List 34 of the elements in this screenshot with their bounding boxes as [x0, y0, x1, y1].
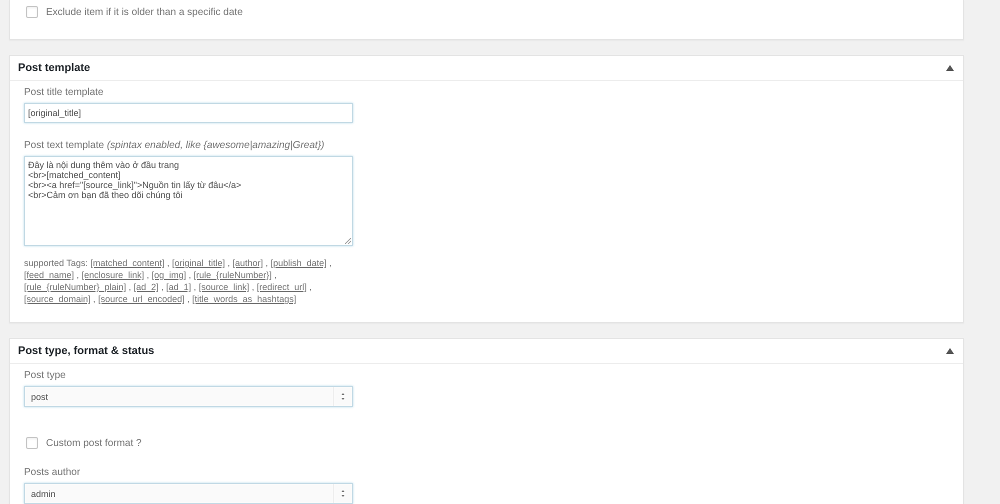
checkbox[interactable]: [26, 437, 38, 449]
tag-link[interactable]: [redirect_url]: [256, 282, 307, 292]
tag-link[interactable]: [matched_content]: [90, 258, 164, 268]
panel-title: Post template: [18, 62, 90, 74]
tag-link[interactable]: [source_domain]: [24, 294, 91, 304]
tag-link[interactable]: [ad_2]: [134, 282, 159, 292]
text-area[interactable]: Đây là nội dung thêm vào ở đầu trang <br>[matched_content] <br><a href="[source_link]">Nguồn tin lấy từ đâu</a> <br>Cảm ơn bạn đã theo dõi chúng tôi: [24, 156, 353, 246]
input-field[interactable]: [original_title]: [24, 103, 353, 123]
collapse-arrow-icon[interactable]: [946, 65, 954, 71]
tag-link[interactable]: [original_title]: [172, 258, 225, 268]
field-label: Post text template (spintax enabled, like {awesome|amazing|Great}): [24, 140, 326, 151]
checkbox[interactable]: [26, 6, 38, 18]
checkbox-label: Custom post format ?: [46, 438, 142, 448]
tag-link[interactable]: [publish_date]: [270, 258, 327, 268]
tag-link[interactable]: [rule_{ruleNumber}]: [194, 270, 272, 280]
field-label: Posts author: [24, 467, 82, 478]
resize-grip-icon[interactable]: [345, 238, 351, 244]
tag-link[interactable]: [rule_{ruleNumber}_plain]: [24, 282, 126, 292]
select-field[interactable]: admin: [24, 483, 353, 504]
select-field[interactable]: post: [24, 386, 353, 407]
tag-link[interactable]: [author]: [232, 258, 264, 268]
panel-title: Post type, format & status: [18, 345, 154, 357]
collapse-arrow-icon[interactable]: [946, 348, 954, 354]
tag-link[interactable]: [og_img]: [152, 270, 186, 280]
checkbox-label: Exclude item if it is older than a specific date: [46, 6, 243, 18]
field-label: Post type: [24, 370, 67, 381]
tag-link[interactable]: [title_words_as_hashtags]: [192, 294, 296, 304]
tag-link[interactable]: [feed_name]: [24, 270, 74, 280]
field-label: Post title template: [24, 87, 104, 98]
supported-tags-text: supported Tags: [matched_content] , [original_title] , [author] , [publish_date] , [feed_name] , [enclosure_link] , [og_img] , [rule_{ruleNumber}] , [rule_{ruleNumber}_plain] , [ad_2] , [ad_1] , [source_link] , [redirect_url] , [source_domain] , [source_url_encoded] , [title_words_as_hashtags]: [24, 257, 333, 305]
tag-link[interactable]: [enclosure_link]: [82, 270, 144, 280]
tag-link[interactable]: [ad_1]: [166, 282, 192, 292]
tag-link[interactable]: [source_url_encoded]: [98, 294, 185, 304]
tag-link[interactable]: [source_link]: [198, 282, 250, 292]
